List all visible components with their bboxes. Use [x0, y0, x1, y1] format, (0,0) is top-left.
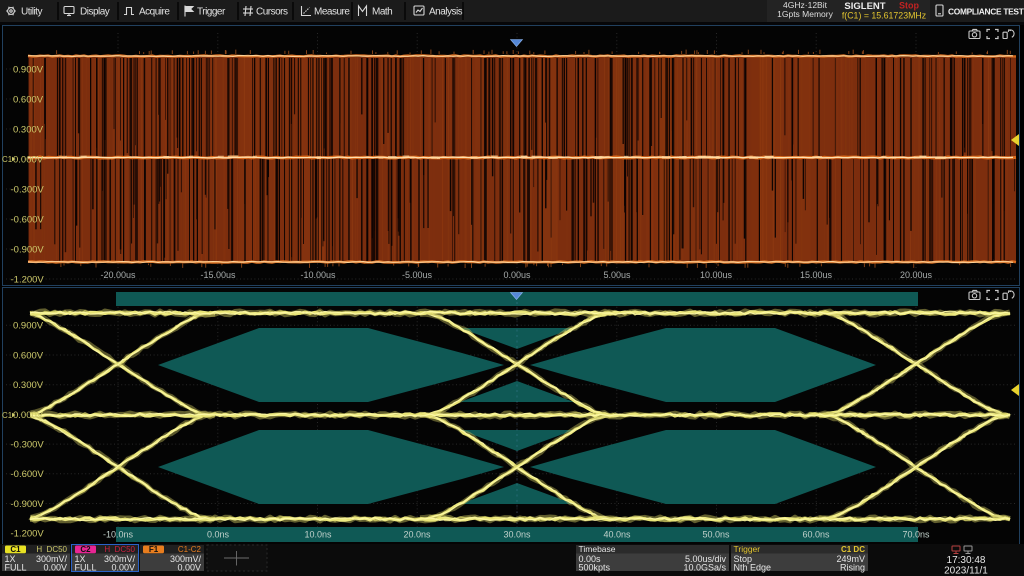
svg-text:C1 DC: C1 DC — [841, 545, 865, 554]
svg-text:-0.900V: -0.900V — [11, 244, 45, 255]
svg-text:0.00V: 0.00V — [43, 563, 67, 573]
svg-text:C2: C2 — [80, 545, 91, 554]
svg-text:10.0ns: 10.0ns — [304, 530, 332, 540]
svg-text:C1: C1 — [10, 545, 21, 554]
svg-text:Nth Edge: Nth Edge — [734, 563, 772, 573]
svg-text:FULL: FULL — [5, 563, 27, 573]
svg-text:-20.00us: -20.00us — [100, 270, 136, 280]
svg-text:Acquire: Acquire — [139, 7, 170, 18]
svg-text:17:30:48: 17:30:48 — [947, 555, 986, 566]
svg-text:COMPLIANCE TEST: COMPLIANCE TEST — [948, 7, 1024, 17]
svg-text:0.00V: 0.00V — [177, 563, 201, 573]
svg-text:20.0ns: 20.0ns — [403, 530, 431, 540]
svg-text:Trigger: Trigger — [734, 544, 761, 554]
svg-text:70.0ns: 70.0ns — [902, 530, 930, 540]
svg-text:-5.00us: -5.00us — [402, 270, 433, 280]
svg-text:40.0ns: 40.0ns — [603, 530, 631, 540]
svg-text:0.000V: 0.000V — [13, 154, 44, 165]
svg-text:Cursors: Cursors — [256, 7, 288, 18]
svg-text:-15.00us: -15.00us — [200, 270, 236, 280]
svg-text:Stop: Stop — [899, 1, 919, 11]
svg-text:C1-C2: C1-C2 — [178, 545, 202, 554]
svg-text:-0.600V: -0.600V — [11, 214, 45, 225]
svg-text:Timebase: Timebase — [579, 544, 616, 554]
svg-text:0.00us: 0.00us — [503, 270, 531, 280]
svg-text:-1.200V: -1.200V — [11, 529, 45, 540]
svg-text:Rising: Rising — [840, 563, 865, 573]
svg-text:15.00us: 15.00us — [800, 270, 833, 280]
svg-text:Utility: Utility — [21, 7, 42, 18]
svg-text:F1: F1 — [149, 545, 159, 554]
svg-text:0.600V: 0.600V — [13, 94, 44, 105]
svg-text:0.000V: 0.000V — [13, 410, 44, 421]
svg-text:0.00V: 0.00V — [111, 563, 135, 573]
svg-text:Trigger: Trigger — [197, 7, 226, 18]
svg-text:2023/11/1: 2023/11/1 — [944, 566, 988, 576]
svg-text:H DC50: H DC50 — [36, 545, 67, 554]
svg-text:Measure: Measure — [314, 7, 350, 18]
svg-text:0.300V: 0.300V — [13, 124, 44, 135]
svg-text:0.900V: 0.900V — [13, 64, 44, 75]
svg-text:10.0GSa/s: 10.0GSa/s — [683, 563, 726, 573]
svg-text:-0.900V: -0.900V — [11, 499, 45, 510]
svg-text:-0.300V: -0.300V — [11, 184, 45, 195]
svg-text:-10.0ns: -10.0ns — [103, 530, 134, 540]
svg-text:-10.00us: -10.00us — [300, 270, 336, 280]
svg-text:-0.300V: -0.300V — [11, 440, 45, 451]
svg-text:C1: C1 — [2, 155, 13, 164]
svg-text:1Gpts Memory: 1Gpts Memory — [777, 9, 833, 19]
svg-text:Display: Display — [80, 7, 110, 18]
svg-text:60.0ns: 60.0ns — [802, 530, 830, 540]
svg-text:0.900V: 0.900V — [13, 321, 44, 332]
svg-text:0.600V: 0.600V — [13, 350, 44, 361]
svg-text:H DC50: H DC50 — [104, 545, 135, 554]
svg-text:500kpts: 500kpts — [579, 563, 611, 573]
svg-text:30.0ns: 30.0ns — [503, 530, 531, 540]
svg-text:FULL: FULL — [75, 563, 97, 573]
svg-text:Analysis: Analysis — [429, 7, 463, 18]
svg-text:Math: Math — [372, 7, 392, 18]
svg-text:50.0ns: 50.0ns — [702, 530, 730, 540]
svg-text:10.00us: 10.00us — [700, 270, 733, 280]
svg-text:5.00us: 5.00us — [603, 270, 631, 280]
svg-text:0.0ns: 0.0ns — [207, 530, 230, 540]
svg-text:-1.200V: -1.200V — [11, 274, 45, 285]
svg-text:C1: C1 — [2, 411, 13, 420]
svg-text:0.300V: 0.300V — [13, 380, 44, 391]
svg-text:f(C1) = 15.61723MHz: f(C1) = 15.61723MHz — [842, 11, 926, 21]
svg-text:-0.600V: -0.600V — [11, 469, 45, 480]
svg-text:20.00us: 20.00us — [900, 270, 933, 280]
